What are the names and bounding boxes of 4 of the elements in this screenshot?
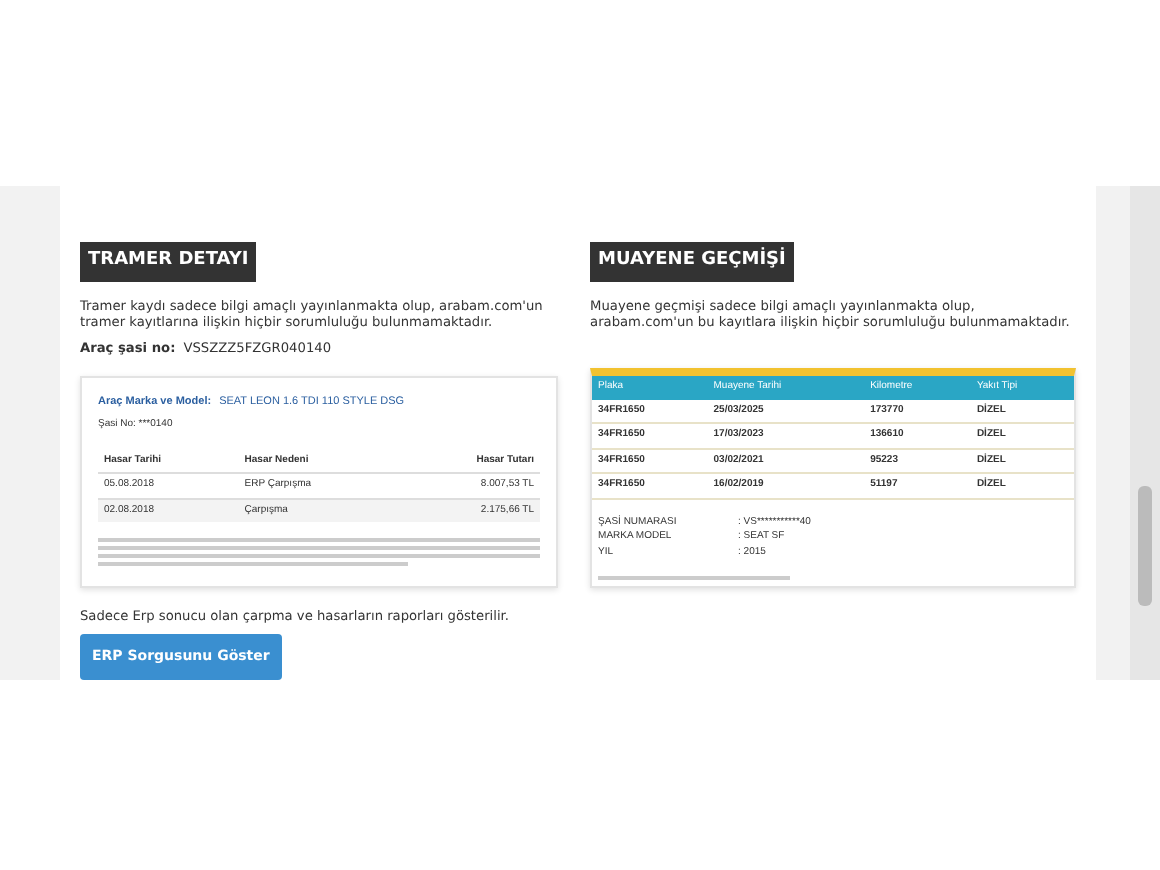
scrollbar-thumb[interactable] [1138,486,1152,606]
section-title: TRAMER DETAYI [80,242,257,281]
section-title: MUAYENE GEÇMİŞİ [590,242,794,281]
scrollbar[interactable] [1130,186,1160,680]
